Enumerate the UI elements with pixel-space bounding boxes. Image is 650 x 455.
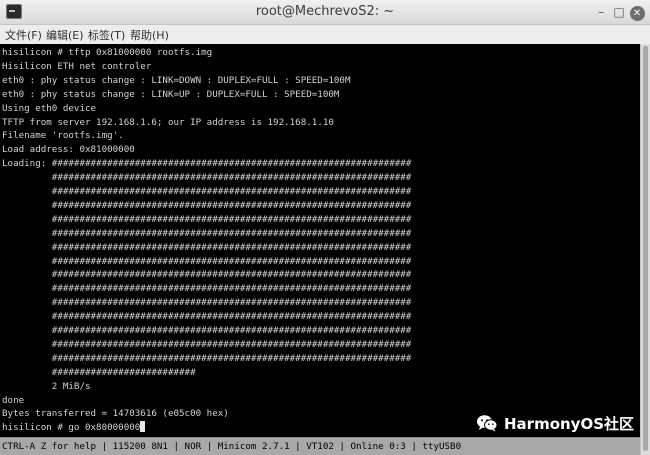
terminal-line: TFTP from server 192.168.1.6; our IP add… xyxy=(2,116,334,128)
terminal-line: ########################################… xyxy=(2,352,412,364)
terminal-line: ########################################… xyxy=(2,283,412,295)
terminal-line: ########################################… xyxy=(2,213,412,225)
terminal-line: ########################################… xyxy=(2,199,412,211)
text-cursor xyxy=(140,421,146,433)
minimize-button[interactable]: – xyxy=(592,3,610,21)
minicom-status-bar: CTRL-A Z for help | 115200 8N1 | NOR | M… xyxy=(0,437,640,455)
terminal-line: ########################################… xyxy=(2,269,412,281)
menu-edit[interactable]: 编辑(E) xyxy=(46,27,84,43)
close-button[interactable]: ✕ xyxy=(628,3,646,21)
prompt-text: hisilicon # go 0x80000000 xyxy=(2,422,141,434)
close-icon: ✕ xyxy=(629,6,645,21)
terminal-line: done xyxy=(2,394,25,406)
wechat-icon xyxy=(477,415,498,432)
terminal-line: Load address: 0x81000000 xyxy=(2,144,135,156)
terminal-line: ########################################… xyxy=(2,186,412,197)
terminal-line: Hisilicon ETH net controler xyxy=(2,60,152,72)
terminal-output[interactable]: hisilicon # tftp 0x81000000 rootfs.img Hi… xyxy=(0,44,640,437)
terminal-line: ########################################… xyxy=(2,227,412,239)
scrollbar-thumb[interactable] xyxy=(643,46,648,451)
vertical-scrollbar[interactable] xyxy=(640,44,650,455)
minimize-icon: – xyxy=(598,5,604,19)
status-bar-text: CTRL-A Z for help | 115200 8N1 | NOR | M… xyxy=(2,441,462,452)
menu-tabs[interactable]: 标签(T) xyxy=(88,27,125,43)
terminal-line: Using eth0 device xyxy=(2,102,97,114)
maximize-button[interactable]: □ xyxy=(610,3,628,21)
terminal-prompt-line[interactable]: hisilicon # go 0x80000000 xyxy=(2,421,146,435)
menu-help[interactable]: 帮助(H) xyxy=(130,27,169,43)
terminal-line: eth0 : phy status change : LINK=UP : DUP… xyxy=(2,88,340,100)
terminal-line: Bytes transferred = 14703616 (e05c00 hex… xyxy=(2,408,229,420)
terminal-line: ########################################… xyxy=(2,297,412,309)
terminal-line: Filename 'rootfs.img'. xyxy=(2,130,124,142)
terminal-line: ########################################… xyxy=(2,172,412,184)
terminal-line: hisilicon # tftp 0x81000000 rootfs.img xyxy=(2,47,213,58)
title-bar[interactable]: root@MechrevoS2: ~ – □ ✕ xyxy=(0,0,650,25)
terminal-line: 2 MiB/s xyxy=(2,380,91,392)
terminal-line: ########################################… xyxy=(2,325,412,336)
terminal-line: Loading: ###############################… xyxy=(2,158,412,170)
menu-bar: 文件(F) 编辑(E) 标签(T) 帮助(H) xyxy=(0,25,650,44)
window-title: root@MechrevoS2: ~ xyxy=(255,4,395,19)
terminal-line: ########################## xyxy=(2,366,196,378)
terminal-line: ########################################… xyxy=(2,311,412,323)
terminal-line: ########################################… xyxy=(2,255,412,267)
terminal-line: ########################################… xyxy=(2,338,412,350)
menu-file[interactable]: 文件(F) xyxy=(5,27,42,43)
watermark-text: HarmonyOS社区 xyxy=(504,415,635,433)
terminal-line: ########################################… xyxy=(2,241,412,253)
maximize-icon: □ xyxy=(613,5,625,19)
terminal-window: root@MechrevoS2: ~ – □ ✕ 文件(F) 编辑(E) 标签(… xyxy=(0,0,650,455)
terminal-line: eth0 : phy status change : LINK=DOWN : D… xyxy=(2,74,351,86)
